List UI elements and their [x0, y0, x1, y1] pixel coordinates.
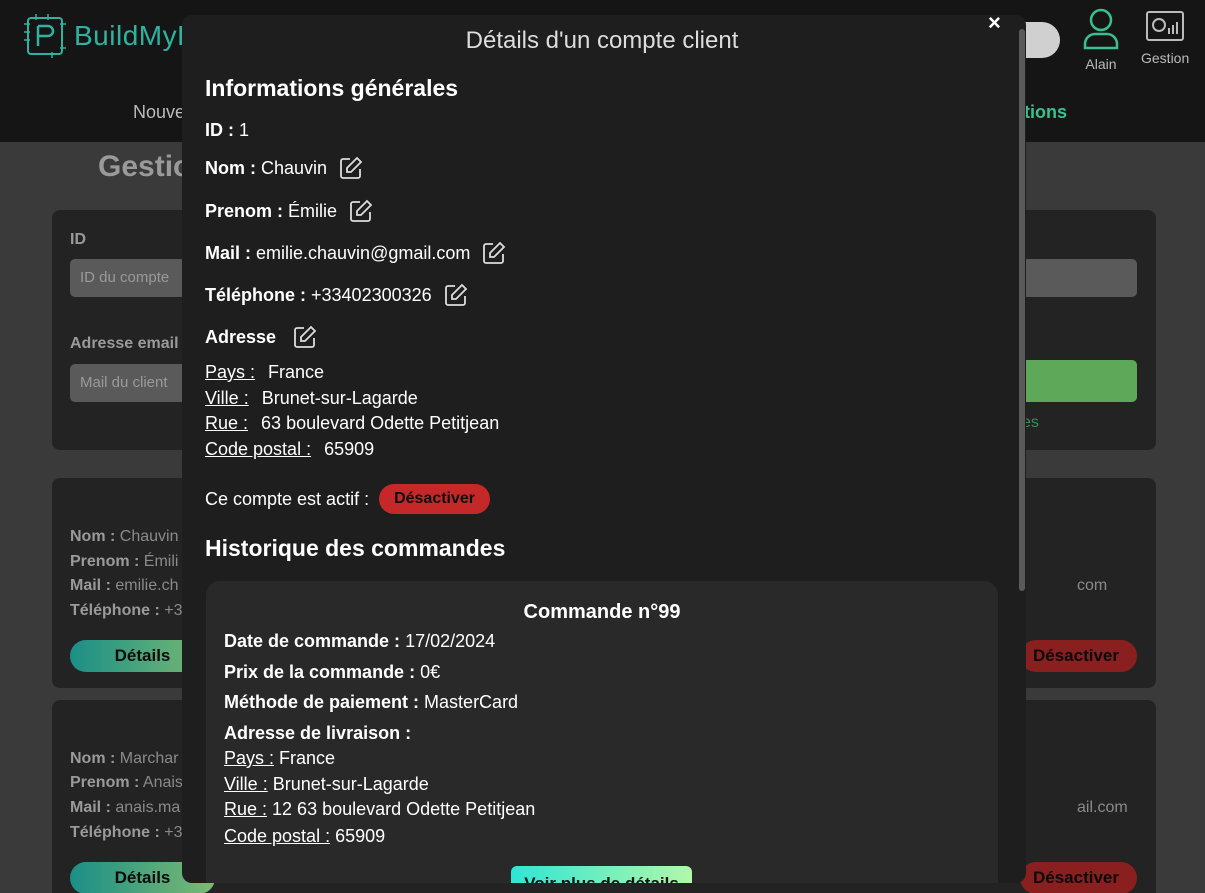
tel-row: Téléphone : +33402300326: [205, 283, 468, 307]
adresse-row: Adresse: [205, 325, 317, 349]
order-details-button[interactable]: Voir plus de détails: [511, 866, 692, 883]
client-mail-right: ail.com: [1077, 799, 1128, 816]
id-filter-label: ID: [70, 231, 86, 248]
email-filter-label: Adresse email: [70, 335, 179, 352]
client-prenom: Prenom : Émili: [70, 553, 179, 570]
deactivate-button[interactable]: Désactiver: [1020, 862, 1137, 893]
deactivate-account-button[interactable]: Désactiver: [379, 484, 491, 514]
gestion-link[interactable]: Gestion: [1141, 8, 1189, 66]
client-mail: Mail : anais.ma: [70, 799, 181, 816]
code-postal-line: Code postal : 65909: [205, 439, 375, 459]
order-date: Date de commande : 17/02/2024: [224, 631, 496, 651]
page-title: Gestic: [98, 150, 190, 183]
email-filter-input[interactable]: Mail du client: [70, 364, 190, 402]
user-label: Alain: [1085, 56, 1117, 72]
client-details-modal: Détails d'un compte client × Information…: [182, 15, 1026, 883]
order-pays: Pays : France: [224, 748, 336, 768]
circuit-logo-icon: [24, 14, 66, 58]
order-rue: Rue :12 63 boulevard Odette Petitjean: [224, 799, 536, 819]
logo[interactable]: BuildMyP: [22, 12, 196, 60]
client-tel: Téléphone : +3: [70, 824, 183, 841]
rue-line: Rue : 63 boulevard Odette Petitjean: [205, 413, 500, 433]
edit-tel-icon[interactable]: [444, 283, 468, 307]
modal-scrollbar[interactable]: [1019, 29, 1025, 591]
order-ville: Ville : Brunet-sur-Lagarde: [224, 774, 429, 794]
edit-nom-icon[interactable]: [339, 156, 363, 180]
id-filter-input[interactable]: ID du compte: [70, 259, 190, 297]
prenom-row: Prenom : Émilie: [205, 199, 373, 223]
order-code-postal: Code postal :65909: [224, 826, 386, 846]
pays-line: Pays : France: [205, 362, 325, 382]
order-shipping-label: Adresse de livraison :: [224, 723, 412, 743]
deactivate-button[interactable]: Désactiver: [1020, 640, 1137, 672]
edit-adresse-icon[interactable]: [293, 325, 317, 349]
search-button[interactable]: [1010, 360, 1137, 402]
user-account-link[interactable]: Alain: [1082, 8, 1120, 72]
order-price: Prix de la commande : 0€: [224, 662, 441, 682]
client-prenom: Prenom : Anais: [70, 774, 183, 791]
dashboard-icon: [1146, 11, 1185, 41]
nom-row: Nom : Chauvin: [205, 156, 363, 180]
client-mail-right: com: [1077, 577, 1108, 594]
mail-row: Mail : emilie.chauvin@gmail.com: [205, 241, 506, 265]
client-nom: Nom : Chauvin: [70, 528, 179, 545]
edit-prenom-icon[interactable]: [349, 199, 373, 223]
order-title: Commande n°99: [523, 601, 681, 623]
logo-text: BuildMyP: [74, 20, 197, 51]
modal-title: Détails d'un compte client: [465, 27, 739, 54]
client-nom: Nom : Marchar: [70, 750, 179, 767]
client-tel: Téléphone : +3: [70, 602, 183, 619]
account-status-row: Ce compte est actif : Désactiver: [205, 484, 491, 514]
general-info-heading: Informations générales: [205, 75, 459, 101]
order-payment: Méthode de paiement : MasterCard: [224, 692, 519, 712]
client-mail: Mail : emilie.ch: [70, 577, 179, 594]
nav-item-nouveau[interactable]: Nouve: [133, 102, 185, 123]
ville-line: Ville : Brunet-sur-Lagarde: [205, 388, 418, 408]
gestion-label: Gestion: [1141, 50, 1190, 66]
edit-mail-icon[interactable]: [482, 241, 506, 265]
close-icon[interactable]: ×: [988, 15, 1001, 36]
filter-input-right[interactable]: [1012, 259, 1137, 297]
account-status-text: Ce compte est actif :: [205, 488, 370, 509]
order-card: Commande n°99 Date de commande : 17/02/2…: [206, 581, 998, 883]
id-row: ID :1: [205, 120, 250, 140]
order-history-heading: Historique des commandes: [205, 535, 506, 561]
user-icon: [1083, 8, 1119, 50]
